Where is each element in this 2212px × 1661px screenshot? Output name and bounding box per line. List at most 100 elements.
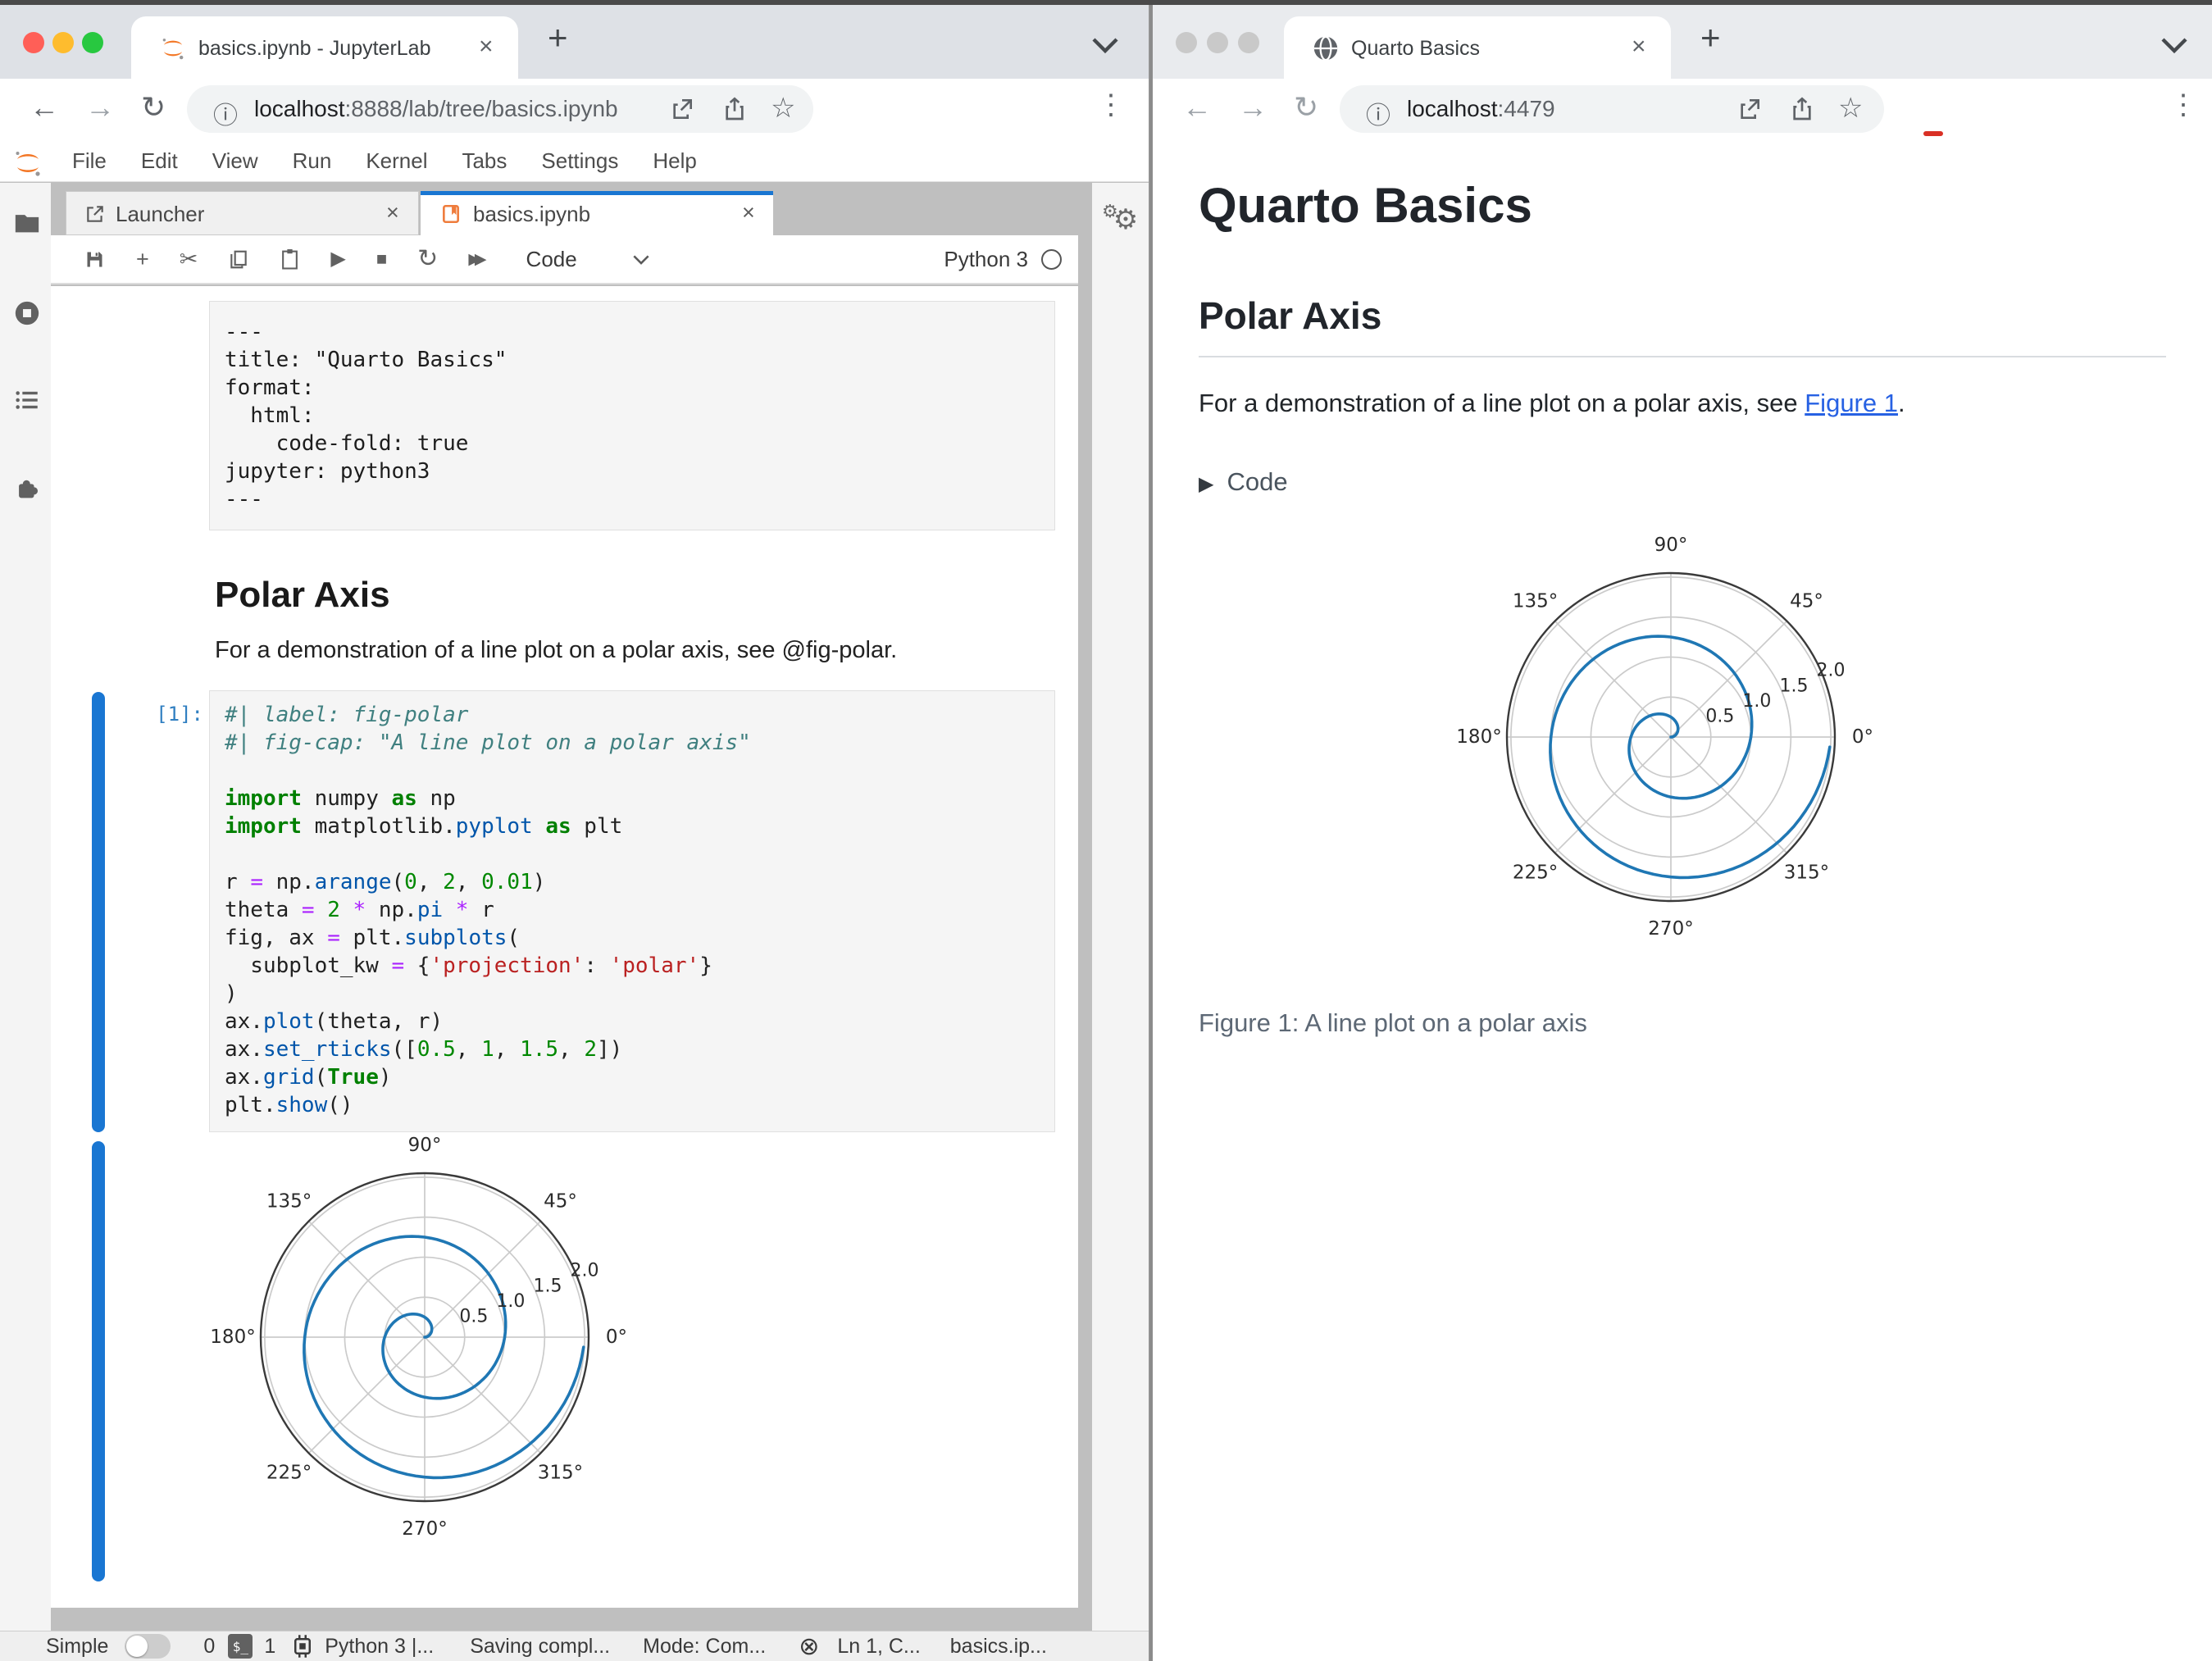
open-in-new-icon[interactable] [1736,96,1763,122]
dock-tab-notebook[interactable]: basics.ipynb × [421,191,773,235]
svg-text:0°: 0° [1852,726,1873,748]
simple-mode-toggle[interactable] [125,1634,171,1659]
file-browser-icon[interactable] [13,209,41,237]
svg-text:0.5: 0.5 [1705,707,1734,727]
output-cell-indicator[interactable] [92,1141,105,1581]
site-info-icon[interactable]: ⓘ [1366,95,1390,131]
left-tab-strip: basics.ipynb - JupyterLab × + [0,5,1149,79]
minimize-window-button[interactable] [1207,32,1228,53]
menu-kernel[interactable]: Kernel [366,148,427,174]
share-icon[interactable] [721,96,748,122]
restart-kernel-icon[interactable]: ↻ [417,247,438,271]
bookmark-star-icon[interactable]: ☆ [771,92,795,125]
tab-close-icon[interactable]: × [479,33,494,61]
forward-icon[interactable]: → [85,90,115,125]
stop-kernel-icon[interactable]: ■ [376,250,387,268]
right-url-row: ← → ↻ ⓘ localhost:4479 ☆ ⋮ [1153,79,2212,141]
svg-text:135°: 135° [1513,591,1558,612]
active-cell-indicator[interactable] [92,692,105,1132]
cut-cell-icon[interactable]: ✂ [180,248,198,271]
paste-cell-icon[interactable] [280,248,300,271]
menu-help[interactable]: Help [653,148,696,174]
zoom-window-button[interactable] [82,32,103,53]
menu-settings[interactable]: Settings [541,148,618,174]
notification-dash-indicator [1923,131,1943,136]
close-window-button[interactable] [23,32,44,53]
site-info-icon[interactable]: ⓘ [213,95,238,131]
running-kernels-icon[interactable] [13,299,41,327]
minimize-window-button[interactable] [52,32,74,53]
new-tab-button[interactable]: + [548,18,568,57]
share-icon[interactable] [1789,96,1815,122]
extensions-puzzle-icon[interactable] [13,475,41,503]
yaml-cell-text: --- title: "Quarto Basics" format: html:… [225,320,507,512]
insert-cell-icon[interactable]: + [136,248,149,271]
kernel-indicator[interactable]: Python 3 [944,247,1062,272]
launcher-icon [87,206,103,222]
figure-link[interactable]: Figure 1 [1805,389,1898,417]
copy-cell-icon[interactable] [228,248,249,271]
browser-menu-icon[interactable]: ⋮ [1097,89,1125,121]
quarto-page: Quarto Basics Polar Axis For a demonstra… [1153,141,2212,1661]
svg-text:0°: 0° [606,1327,627,1348]
menu-view[interactable]: View [212,148,258,174]
back-icon[interactable]: ← [1182,90,1212,125]
dock-tab-label: Launcher [116,202,205,226]
page-title: Quarto Basics [1199,178,1532,233]
notebook-panel[interactable]: --- title: "Quarto Basics" format: html:… [51,286,1078,1608]
url-host: localhost [1407,96,1498,121]
section-heading: Polar Axis [1199,294,1382,337]
back-icon[interactable]: ← [30,90,59,125]
dock-tab-close-icon[interactable]: × [742,200,755,225]
tab-search-chevron-icon[interactable] [2160,34,2189,54]
dock-tab-launcher[interactable]: Launcher × [66,191,419,235]
open-in-new-icon[interactable] [669,96,695,122]
markdown-paragraph: For a demonstration of a line plot on a … [215,637,898,663]
dock-tab-close-icon[interactable]: × [386,200,399,225]
url-path: :4479 [1497,96,1555,121]
reload-icon[interactable]: ↻ [1294,90,1318,125]
yaml-raw-cell[interactable]: --- title: "Quarto Basics" format: html:… [209,301,1055,530]
tab-close-icon[interactable]: × [1632,33,1646,61]
address-bar[interactable]: ⓘ localhost:4479 ☆ [1340,85,1884,133]
close-window-button[interactable] [1176,32,1197,53]
tab-search-chevron-icon[interactable] [1090,34,1120,54]
browser-tab-quarto[interactable]: Quarto Basics × [1284,16,1671,79]
forward-icon[interactable]: → [1238,90,1268,125]
svg-text:315°: 315° [1784,862,1829,883]
browser-tab-jupyterlab[interactable]: basics.ipynb - JupyterLab × [131,16,518,79]
bookmark-star-icon[interactable]: ☆ [1838,92,1863,125]
url-host: localhost [254,96,345,121]
menu-run[interactable]: Run [293,148,332,174]
svg-text:135°: 135° [266,1191,312,1213]
code-fold-toggle[interactable]: ▶ Code [1199,467,1288,497]
menu-file[interactable]: File [72,148,107,174]
cell-type-chevron-icon[interactable] [630,252,652,266]
new-tab-button[interactable]: + [1700,18,1721,57]
menu-tabs[interactable]: Tabs [462,148,507,174]
cell-type-select[interactable]: Code [526,247,577,272]
kernel-count: 1 [264,1634,276,1658]
code-cell[interactable]: #| label: fig-polar #| fig-cap: "A line p… [209,690,1055,1132]
table-of-contents-icon[interactable] [13,386,41,414]
disclosure-triangle-icon: ▶ [1199,473,1214,495]
cursor-position[interactable]: Ln 1, C... [837,1635,920,1659]
zoom-window-button[interactable] [1238,32,1259,53]
notification-icon[interactable]: ⊗ [799,1632,819,1661]
reload-icon[interactable]: ↻ [141,90,166,125]
kernel-status-text[interactable]: Python 3 |... [325,1635,434,1659]
save-icon[interactable] [84,248,106,271]
menu-edit[interactable]: Edit [141,148,178,174]
saving-status: Saving compl... [470,1634,611,1658]
svg-text:225°: 225° [266,1462,312,1483]
svg-text:1.5: 1.5 [533,1276,562,1296]
svg-text:270°: 270° [402,1518,447,1540]
run-cell-icon[interactable]: ▶ [330,249,345,269]
address-bar[interactable]: ⓘ localhost:8888/lab/tree/basics.ipynb ☆ [187,85,813,133]
browser-menu-icon[interactable]: ⋮ [2169,89,2197,121]
svg-text:2.0: 2.0 [571,1261,599,1281]
right-sidebar-strip: ⚙⚙ [1092,183,1149,1631]
right-tab-strip: Quarto Basics × + [1153,5,2212,79]
restart-run-all-icon[interactable]: ▶▶ [468,252,486,267]
property-inspector-gears-icon[interactable]: ⚙⚙ [1102,201,1138,236]
